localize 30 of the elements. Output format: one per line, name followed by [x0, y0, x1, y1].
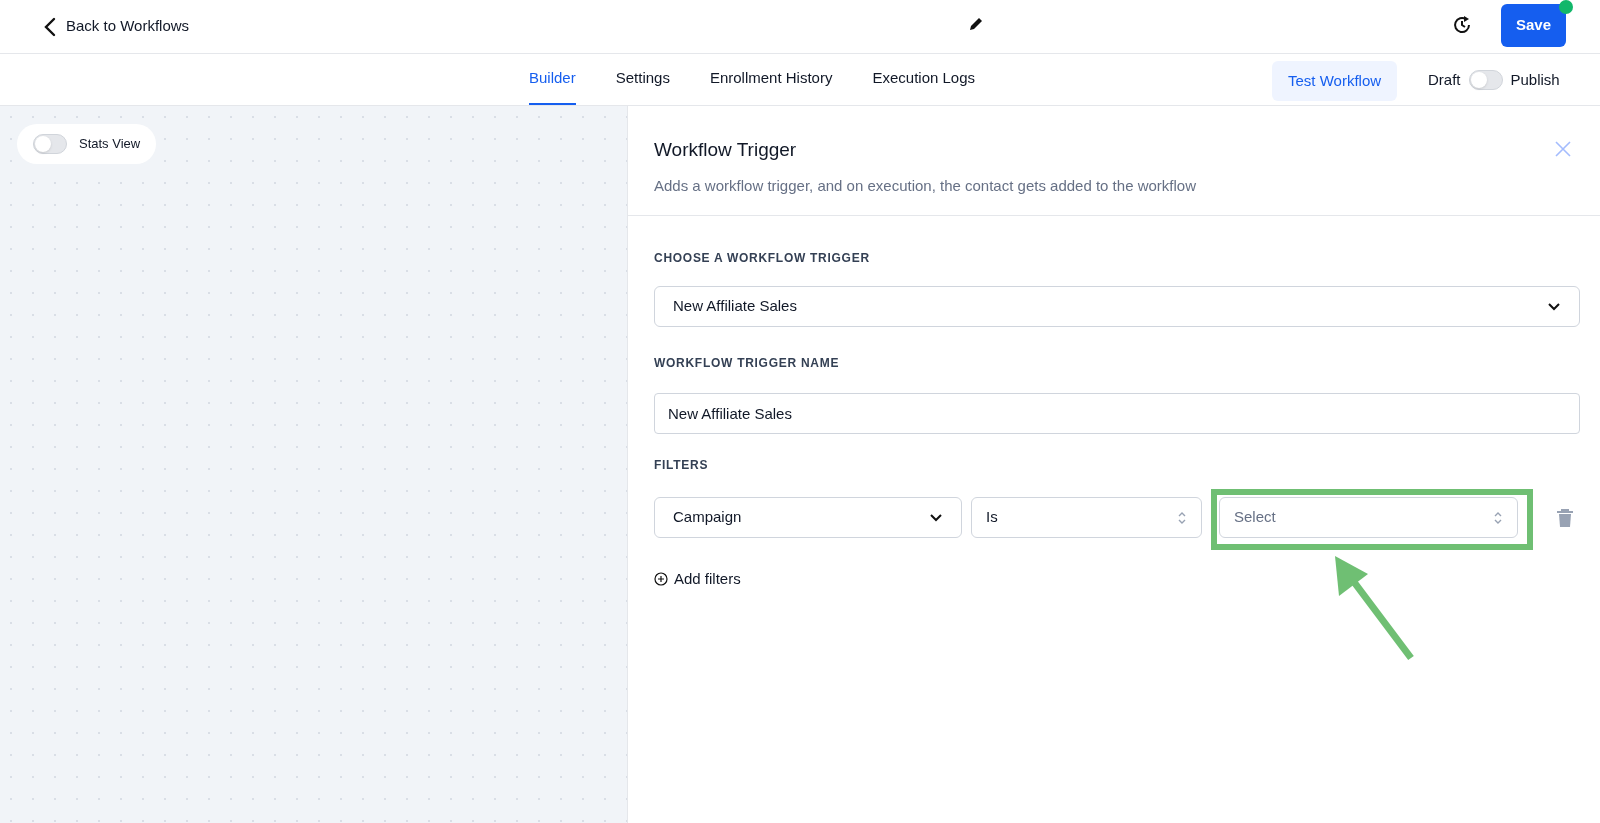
close-icon[interactable]: [1554, 140, 1572, 158]
trigger-dropdown[interactable]: New Affiliate Sales: [654, 286, 1580, 327]
test-workflow-button[interactable]: Test Workflow: [1272, 61, 1398, 101]
section-label: CHOOSE A WORKFLOW TRIGGER: [654, 250, 871, 267]
history-icon[interactable]: [1451, 14, 1473, 36]
stats-view-label: Stats View: [79, 135, 141, 154]
toggle-switch[interactable]: [33, 134, 67, 154]
panel-title: Workflow Trigger: [654, 138, 797, 162]
chevron-down-icon: [1547, 302, 1561, 311]
panel-subtitle: Adds a workflow trigger, and on execution, the contact gets added to the workflow: [654, 175, 1197, 196]
section-label: FILTERS: [654, 457, 710, 474]
plus-circle-icon: [654, 572, 668, 587]
publish-label: Publish: [1510, 70, 1560, 90]
operator-select[interactable]: Is: [971, 497, 1202, 538]
trigger-name-field[interactable]: New Affiliate Sales: [654, 393, 1580, 434]
tab[interactable]: Settings: [615, 54, 670, 105]
trash-icon[interactable]: [1556, 507, 1574, 528]
tab[interactable]: Execution Logs: [872, 54, 976, 105]
draft-label: Draft: [1428, 70, 1461, 90]
chevron-down-icon: [929, 513, 943, 522]
value-select[interactable]: Select: [1219, 497, 1518, 538]
tab[interactable]: Enrollment History: [709, 54, 833, 105]
back-chevron-icon: [44, 16, 56, 37]
add-filters-button[interactable]: Add filters: [654, 568, 741, 591]
back-link[interactable]: Back to Workflows: [44, 15, 190, 38]
toggle-switch[interactable]: [1468, 70, 1503, 91]
filter-field-dropdown[interactable]: Campaign: [654, 497, 962, 538]
save-button[interactable]: Save: [1501, 4, 1566, 47]
pencil-icon[interactable]: [968, 16, 984, 32]
section-label: WORKFLOW TRIGGER NAME: [654, 355, 841, 372]
